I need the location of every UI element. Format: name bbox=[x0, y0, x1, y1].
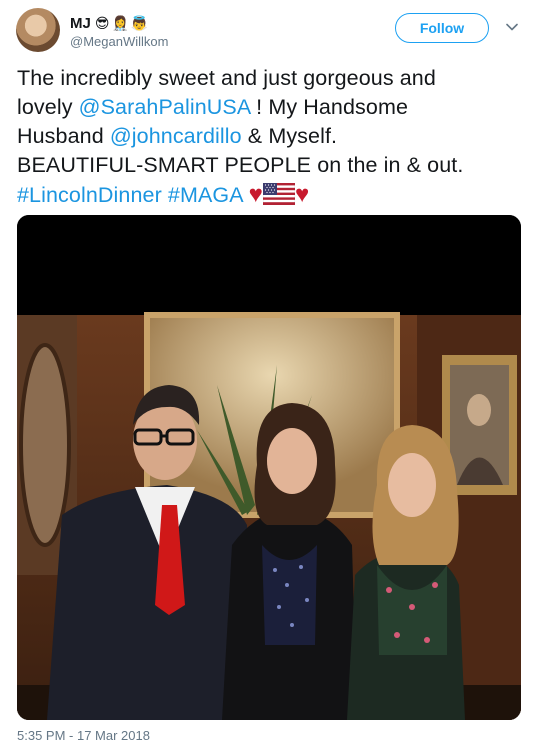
tweet-text-segment: & Myself. bbox=[241, 124, 338, 148]
chevron-down-icon[interactable] bbox=[505, 20, 519, 34]
tweet-header: MJ 😎 👩‍⚕️ 👼 @MeganWillkom Follow bbox=[0, 0, 536, 60]
woman-emoji: 👩‍⚕️ bbox=[111, 15, 129, 31]
follow-button[interactable]: Follow bbox=[395, 13, 489, 43]
hashtag-lincolndinner[interactable]: #LincolnDinner bbox=[17, 183, 162, 207]
tweet-line-5: #LincolnDinner #MAGA ♥ ♥ bbox=[17, 180, 522, 210]
tweet-line-4: BEAUTIFUL-SMART PEOPLE on the in & out. bbox=[17, 153, 464, 177]
tweet-timestamp[interactable]: 5:35 PM - 17 Mar 2018 bbox=[17, 728, 150, 743]
hashtag-maga[interactable]: #MAGA bbox=[168, 183, 243, 207]
mention-johncardillo[interactable]: @johncardillo bbox=[110, 124, 242, 148]
tweet-text-segment: lovely bbox=[17, 95, 79, 119]
user-handle[interactable]: @MeganWillkom bbox=[70, 34, 168, 49]
tweet-text-segment: ! My Handsome bbox=[250, 95, 409, 119]
tweet-text-segment: Husband bbox=[17, 124, 110, 148]
red-heart-icon: ♥ bbox=[248, 181, 263, 208]
us-flag-icon bbox=[262, 183, 295, 205]
name-row: MJ 😎 👩‍⚕️ 👼 bbox=[70, 12, 150, 34]
display-name[interactable]: MJ bbox=[70, 15, 91, 32]
photo-illustration bbox=[17, 215, 521, 720]
tweet-line-2: lovely @SarahPalinUSA ! My Handsome bbox=[17, 93, 522, 122]
tweet-photo[interactable] bbox=[17, 215, 521, 720]
tweet-text: The incredibly sweet and just gorgeous a… bbox=[17, 64, 522, 210]
angel-emoji: 👼 bbox=[130, 15, 149, 31]
red-heart-icon: ♥ bbox=[294, 181, 310, 208]
sunglasses-emoji: 😎 bbox=[94, 15, 110, 31]
mention-sarahpalinusa[interactable]: @SarahPalinUSA bbox=[79, 95, 250, 119]
tweet-line-3: Husband @johncardillo & Myself. bbox=[17, 122, 522, 151]
tweet-line-1: The incredibly sweet and just gorgeous a… bbox=[17, 66, 436, 90]
avatar[interactable] bbox=[16, 8, 60, 52]
